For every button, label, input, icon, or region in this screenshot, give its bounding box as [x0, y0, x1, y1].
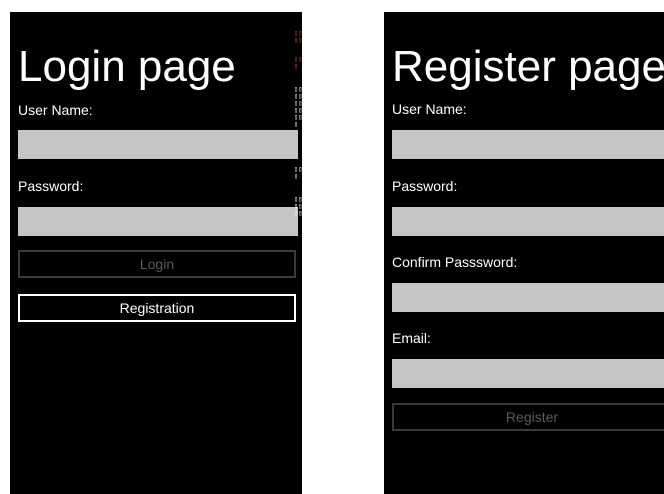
registration-button-label: Registration [119, 300, 195, 316]
register-confirm-password-input[interactable] [392, 283, 664, 312]
register-page-title: Register page [392, 42, 664, 91]
login-password-input[interactable] [18, 207, 298, 236]
register-username-input[interactable] [392, 130, 664, 159]
register-confirm-password-label: Confirm Passsword: [392, 254, 518, 270]
login-password-label: Password: [18, 178, 84, 194]
register-password-input[interactable] [392, 207, 664, 236]
register-button-label: Register [505, 409, 559, 425]
login-screen: Login page User Name: Password: Login Re… [10, 12, 302, 494]
register-email-label: Email: [392, 330, 431, 346]
login-button-label: Login [139, 256, 175, 272]
register-button[interactable]: Register [392, 403, 664, 431]
login-username-input[interactable] [18, 130, 298, 159]
login-username-label: User Name: [18, 102, 93, 118]
register-screen: Register page User Name: Password: Confi… [384, 12, 664, 494]
register-email-input[interactable] [392, 359, 664, 388]
login-button[interactable]: Login [18, 250, 296, 278]
login-page-title: Login page [18, 42, 236, 91]
registration-button[interactable]: Registration [18, 294, 296, 322]
register-password-label: Password: [392, 178, 458, 194]
frame-rate-counter: ▯▯▯▯ ▯▯▯ ▯▯▯▯▯▯▯▯▯▯▯ ▯▯▯ ▯▯▯▯▯▯ [294, 29, 302, 217]
register-username-label: User Name: [392, 101, 467, 117]
